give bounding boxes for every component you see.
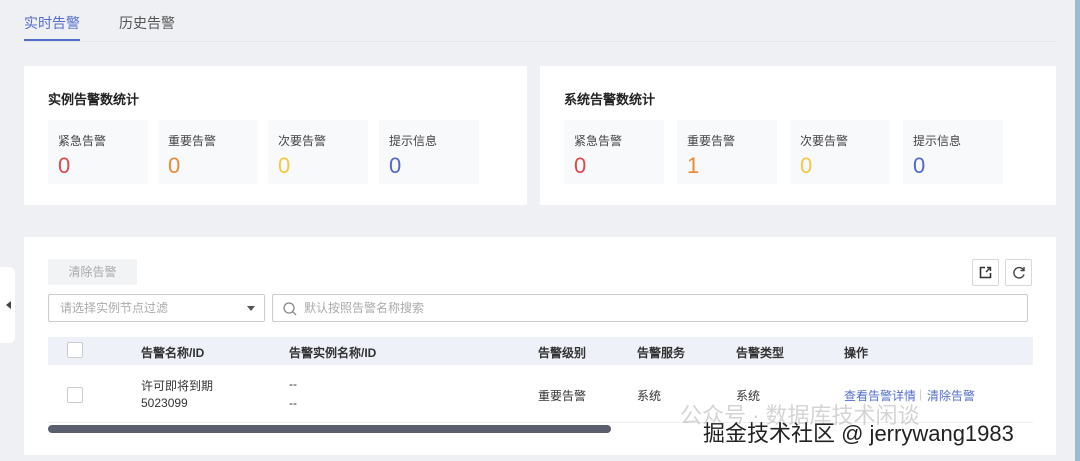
column-header: 操作 [844,346,869,360]
stat-label: 紧急告警 [58,134,107,148]
stat-label: 次要告警 [278,134,327,148]
search-placeholder: 默认按照告警名称搜索 [304,301,425,315]
alarm-id: 5023099 [141,396,188,410]
row-checkbox[interactable] [67,387,83,403]
stat-value: 0 [574,153,587,178]
tab-bar: 实时告警 历史告警 [24,0,1056,42]
refresh-icon [1012,266,1025,279]
refresh-button[interactable] [1005,259,1032,286]
column-header: 告警类型 [736,346,785,360]
stat-major: 重要告警 0 [158,120,258,184]
stat-value: 0 [168,153,181,178]
stat-info: 提示信息 0 [903,120,1003,184]
window-edge [1075,0,1080,461]
stat-value: 0 [389,153,402,178]
export-icon [979,266,992,279]
column-header: 告警名称/ID [141,346,205,360]
stat-value: 0 [913,153,926,178]
stat-critical: 紧急告警 0 [48,120,148,184]
stat-value: 1 [687,153,700,178]
clear-alarm-link[interactable]: 清除告警 [927,387,975,404]
tab-history-alarms[interactable]: 历史告警 [119,13,175,33]
stat-minor: 次要告警 0 [790,120,890,184]
instance-id: -- [289,396,297,410]
horizontal-scrollbar[interactable] [48,425,611,433]
sidebar-collapse-handle[interactable] [0,267,15,343]
stat-info: 提示信息 0 [379,120,479,184]
select-placeholder: 请选择实例节点过滤 [60,301,169,315]
stat-value: 0 [58,153,71,178]
instance-name: -- [289,377,297,391]
watermark-text: 掘金技术社区 @ jerrywang1983 [703,421,1014,446]
tab-realtime-alarms[interactable]: 实时告警 [24,13,80,41]
select-all-checkbox[interactable] [67,342,83,358]
stat-major: 重要告警 1 [677,120,777,184]
card-title: 实例告警数统计 [48,92,140,107]
stat-label: 紧急告警 [574,134,623,148]
column-header: 告警级别 [538,346,587,360]
clear-alarms-button[interactable]: 清除告警 [48,259,137,285]
stat-value: 0 [800,153,813,178]
stat-label: 次要告警 [800,134,849,148]
node-filter-select[interactable]: 请选择实例节点过滤 [48,294,265,322]
alarm-level: 重要告警 [538,389,587,403]
alarm-service: 系统 [637,389,662,403]
alarm-search-input[interactable]: 默认按照告警名称搜索 [272,294,1028,322]
system-alarm-stats-card: 系统告警数统计 紧急告警 0 重要告警 1 次要告警 0 提示信息 0 [540,66,1056,205]
stat-label: 提示信息 [913,134,962,148]
stat-value: 0 [278,153,291,178]
stat-minor: 次要告警 0 [268,120,368,184]
alarm-name: 许可即将到期 [141,379,214,393]
chevron-down-icon [247,306,255,311]
table-header: 告警名称/ID 告警实例名称/ID 告警级别 告警服务 告警类型 操作 [48,337,1033,365]
export-button[interactable] [972,259,999,286]
column-header: 告警服务 [637,346,686,360]
column-header: 告警实例名称/ID [289,346,377,360]
stat-label: 重要告警 [168,134,217,148]
stat-critical: 紧急告警 0 [564,120,664,184]
search-icon [283,302,297,316]
stat-label: 提示信息 [389,134,438,148]
instance-alarm-stats-card: 实例告警数统计 紧急告警 0 重要告警 0 次要告警 0 提示信息 0 [24,66,527,205]
stat-label: 重要告警 [687,134,736,148]
card-title: 系统告警数统计 [564,92,656,107]
